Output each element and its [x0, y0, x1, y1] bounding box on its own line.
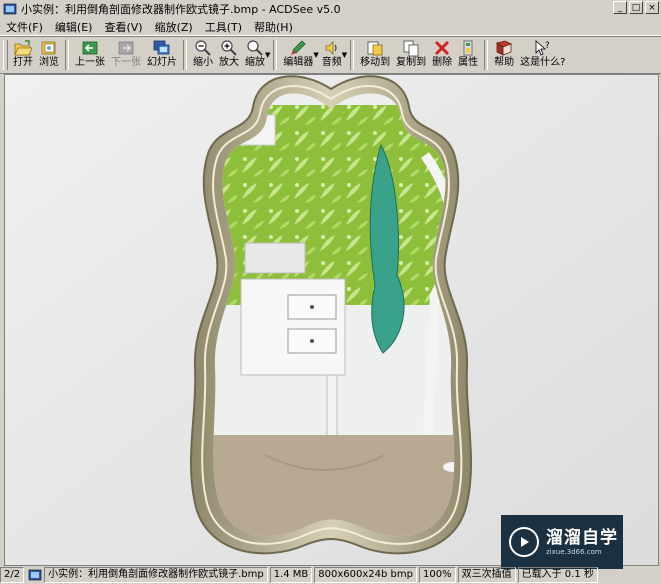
zoom-out-button[interactable]: 缩小: [190, 39, 216, 69]
move-to-icon: [367, 41, 383, 56]
copy-to-label: 复制到: [396, 57, 427, 68]
status-file-size: 1.4 MB: [269, 567, 313, 583]
zoom-label: 缩放: [245, 57, 265, 68]
copy-to-icon: [403, 40, 419, 57]
image-viewer[interactable]: [4, 74, 659, 566]
previous-image-label: 上一张: [75, 57, 105, 68]
zoom-in-button[interactable]: 放大: [216, 39, 242, 69]
close-button[interactable]: ×: [645, 1, 659, 14]
properties-icon: [463, 40, 473, 56]
audio-dropdown-arrow-icon[interactable]: ▼: [342, 51, 347, 59]
toolbar-separator: [65, 40, 69, 70]
zoom-dropdown-arrow-icon[interactable]: ▼: [265, 51, 270, 59]
delete-button[interactable]: 删除: [429, 39, 455, 69]
menu-bar: 文件(F) 编辑(E) 查看(V) 缩放(Z) 工具(T) 帮助(H): [0, 18, 661, 36]
acdsee-app-icon: [3, 3, 17, 15]
menu-file[interactable]: 文件(F): [0, 19, 49, 35]
editor-brush-icon: [291, 40, 306, 55]
delete-x-icon: [435, 40, 450, 56]
svg-text:?: ?: [545, 41, 550, 51]
status-image-index: 2/2: [0, 567, 25, 583]
move-to-label: 移动到: [360, 57, 391, 68]
status-filename: 小实例：利用倒角剖面修改器制作欧式镜子.bmp: [44, 567, 268, 583]
menu-view[interactable]: 查看(V): [98, 19, 148, 35]
copy-to-button[interactable]: 复制到: [393, 39, 429, 69]
previous-image-button[interactable]: 上一张: [72, 39, 108, 69]
next-image-label: 下一张: [111, 57, 141, 68]
arrow-right-icon: [118, 41, 134, 55]
editor-button[interactable]: 编辑器: [280, 39, 316, 69]
whats-this-label: 这是什么?: [520, 57, 566, 68]
watermark-url: zixue.3d66.com: [546, 547, 602, 556]
slideshow-label: 幻灯片: [147, 57, 177, 68]
maximize-button[interactable]: □: [629, 1, 643, 14]
toolbar-separator: [183, 40, 187, 70]
menu-help[interactable]: 帮助(H): [248, 19, 299, 35]
help-button[interactable]: 帮助: [491, 39, 517, 69]
image-file-icon: [28, 569, 42, 581]
magnifier-minus-icon: [195, 40, 211, 56]
whats-this-cursor-icon: ?: [535, 40, 550, 56]
status-zoom: 100%: [419, 567, 456, 583]
next-image-button[interactable]: 下一张: [108, 39, 144, 69]
status-interpolation: 双三次插值: [457, 567, 516, 583]
status-load-time: 已载入于 0.1 秒: [517, 567, 598, 583]
help-label: 帮助: [494, 57, 515, 68]
browse-button[interactable]: 浏览: [36, 39, 62, 69]
toolbar-separator: [273, 40, 278, 70]
mirror-image: [5, 75, 658, 565]
watermark-logo: 溜溜自学 zixue.3d66.com: [501, 515, 623, 569]
menu-edit[interactable]: 编辑(E): [49, 19, 99, 35]
arrow-left-icon: [82, 41, 98, 55]
play-icon: [509, 527, 539, 557]
toolbar: 打开 浏览 上一张 下一张 幻灯片 缩小 放大 缩放 ▼ 编辑器 ▼ 音频 ▼ …: [0, 36, 661, 74]
status-bar: 2/2 小实例：利用倒角剖面修改器制作欧式镜子.bmp 1.4 MB 800x6…: [0, 566, 661, 584]
watermark-name: 溜溜自学: [546, 527, 618, 548]
menu-zoom[interactable]: 缩放(Z): [149, 19, 199, 35]
move-to-button[interactable]: 移动到: [357, 39, 393, 69]
slideshow-icon: [153, 40, 170, 55]
minimize-button[interactable]: _: [613, 1, 627, 14]
zoom-out-label: 缩小: [193, 57, 213, 68]
help-book-icon: [496, 40, 513, 56]
speaker-icon: [325, 41, 337, 55]
menu-tools[interactable]: 工具(T): [199, 19, 248, 35]
whats-this-button[interactable]: ? 这是什么?: [517, 39, 568, 69]
properties-label: 属性: [458, 57, 479, 68]
open-label: 打开: [13, 57, 33, 68]
folder-open-icon: [14, 40, 33, 56]
toolbar-separator: [350, 40, 355, 70]
slideshow-button[interactable]: 幻灯片: [144, 39, 180, 69]
magnifier-icon: [247, 40, 263, 56]
zoom-in-label: 放大: [219, 57, 239, 68]
editor-label: 编辑器: [283, 57, 314, 68]
toolbar-separator: [484, 40, 489, 70]
delete-label: 删除: [432, 57, 453, 68]
browse-icon: [41, 41, 56, 55]
status-dimensions: 800x600x24b bmp: [314, 567, 417, 583]
open-button[interactable]: 打开: [10, 39, 36, 69]
properties-button[interactable]: 属性: [455, 39, 481, 69]
audio-label: 音频: [321, 57, 342, 68]
magnifier-plus-icon: [221, 40, 237, 56]
window-title: 小实例：利用倒角剖面修改器制作欧式镜子.bmp - ACDSee v5.0: [21, 3, 341, 16]
toolbar-grip[interactable]: [3, 40, 8, 70]
browse-label: 浏览: [39, 57, 59, 68]
title-bar: 小实例：利用倒角剖面修改器制作欧式镜子.bmp - ACDSee v5.0 _ …: [0, 0, 661, 18]
